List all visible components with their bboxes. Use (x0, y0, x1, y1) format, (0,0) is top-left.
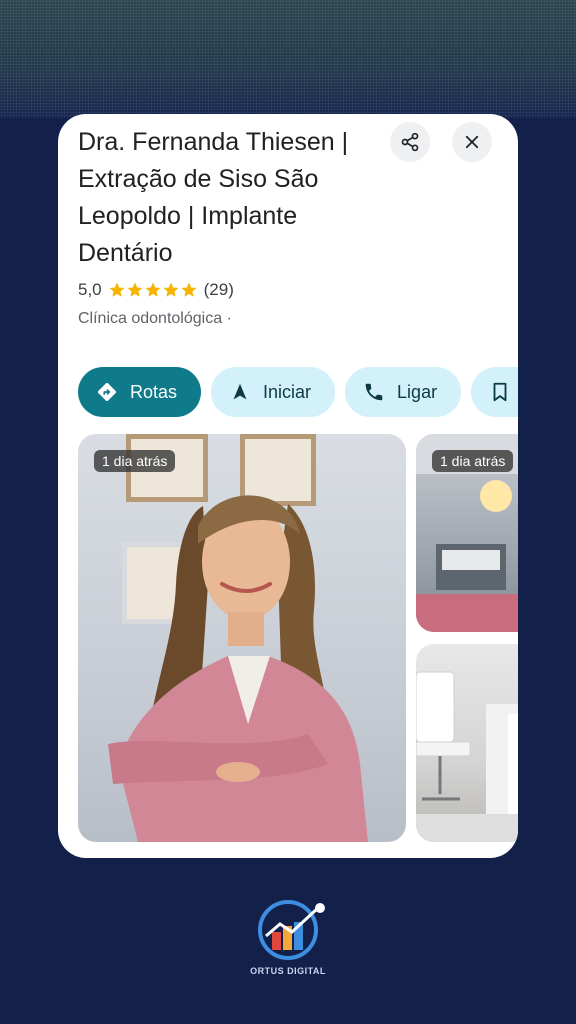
star-icon (127, 282, 143, 297)
save-button[interactable]: S (471, 367, 518, 417)
place-card: Dra. Fernanda Thiesen | Extração de Siso… (58, 114, 518, 858)
action-chips: Rotas Iniciar Ligar S (78, 367, 518, 417)
directions-icon (98, 383, 116, 401)
bookmark-icon (493, 382, 507, 402)
call-label: Ligar (397, 381, 438, 402)
start-label: Iniciar (263, 381, 312, 402)
photo-time-badge: 1 dia atrás (94, 450, 176, 472)
close-icon (465, 135, 479, 149)
photo-main[interactable]: 1 dia atrás (78, 434, 406, 842)
directions-label: Rotas (130, 381, 178, 402)
star-icon (181, 282, 197, 297)
close-button[interactable] (452, 122, 492, 162)
ortus-digital-logo (258, 900, 325, 960)
star-icon (145, 282, 161, 297)
rating-row: 5,0 (29) (78, 280, 234, 300)
navigation-icon (233, 383, 247, 400)
start-button[interactable]: Iniciar (211, 367, 336, 417)
phone-icon (365, 383, 383, 401)
call-button[interactable]: Ligar (345, 367, 462, 417)
star-rating (108, 281, 198, 299)
brand-name: ORTUS DIGITAL (250, 966, 326, 976)
photo-clinic-room[interactable] (416, 644, 518, 842)
review-count[interactable]: (29) (204, 280, 234, 300)
share-button[interactable] (390, 122, 430, 162)
star-icon (109, 282, 125, 297)
star-icon (163, 282, 179, 297)
rating-value: 5,0 (78, 280, 102, 299)
dentist-portrait-image (108, 495, 368, 842)
photo-time-badge: 1 dia atrás (432, 450, 514, 472)
share-icon (401, 132, 419, 152)
clinic-chair-image (416, 671, 518, 842)
place-title: Dra. Fernanda Thiesen | Extração de Siso… (78, 128, 349, 267)
place-category: Clínica odontológica · (78, 310, 232, 327)
background-noise-band (0, 0, 576, 118)
photo-clinic-equipment[interactable]: 1 dia atrás (416, 434, 518, 632)
directions-button[interactable]: Rotas (78, 367, 202, 417)
